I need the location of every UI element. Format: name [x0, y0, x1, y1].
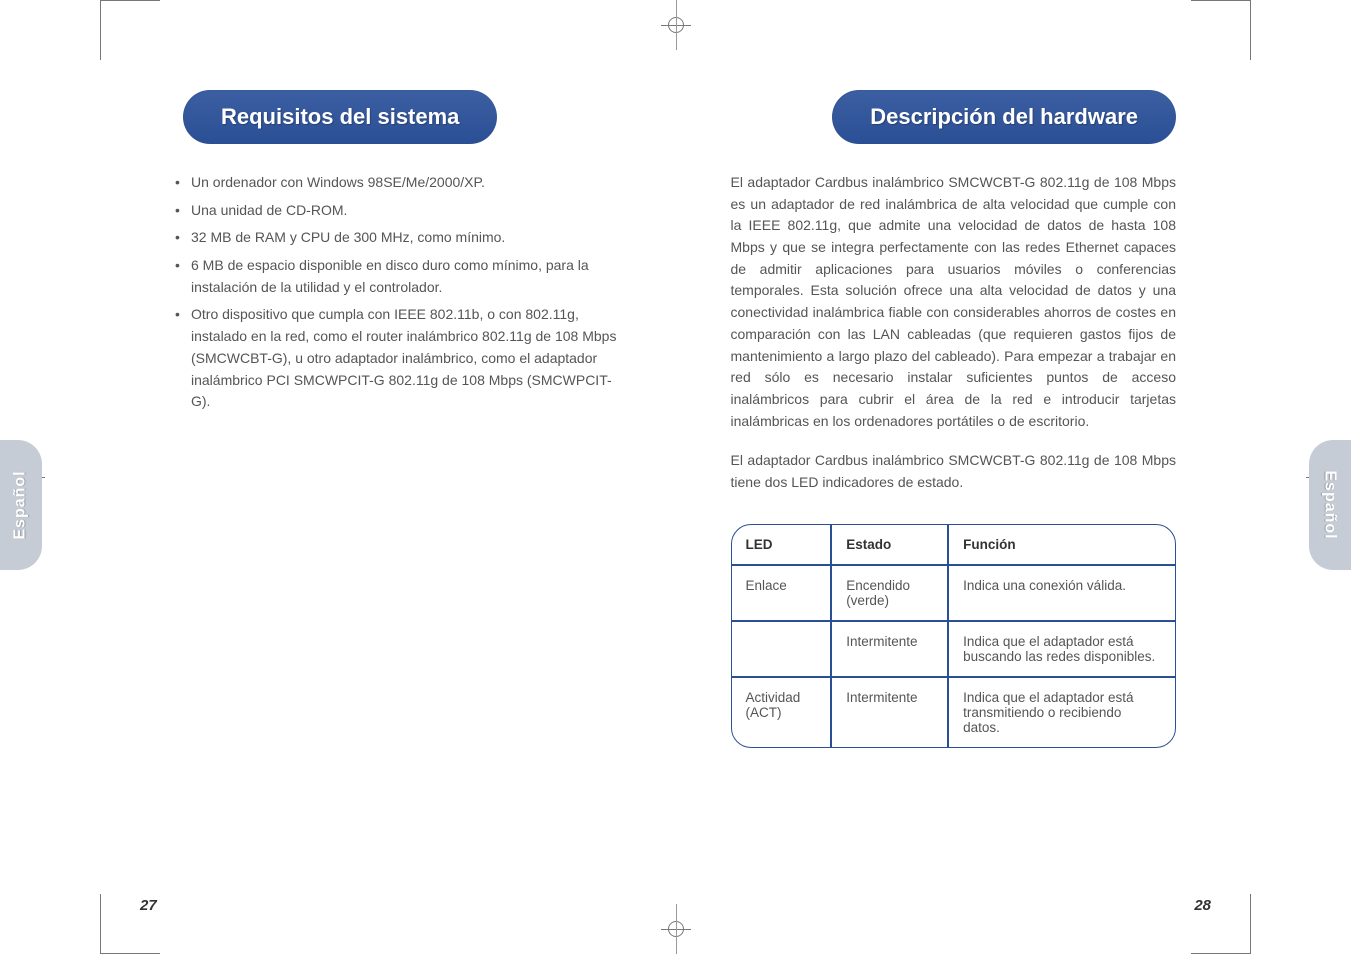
cell-funcion: Indica que el adaptador está transmitien…	[948, 677, 1176, 748]
led-status-table: LED Estado Función Enlace Encendido (ver…	[731, 524, 1177, 748]
cell-funcion: Indica que el adaptador está buscando la…	[948, 621, 1176, 677]
cell-led: Actividad (ACT)	[731, 677, 832, 748]
list-item: Una unidad de CD-ROM.	[175, 200, 621, 222]
cell-funcion: Indica una conexión válida.	[948, 565, 1176, 621]
hardware-description-paragraph-1: El adaptador Cardbus inalámbrico SMCWCBT…	[731, 172, 1177, 432]
language-tab-label: Español	[1321, 470, 1339, 539]
cell-estado: Encendido (verde)	[831, 565, 948, 621]
page-number-left: 27	[140, 897, 157, 914]
page-number-right: 28	[1194, 897, 1211, 914]
col-header-funcion: Función	[948, 524, 1176, 565]
table-row: Actividad (ACT) Intermitente Indica que …	[731, 677, 1177, 748]
cell-estado: Intermitente	[831, 621, 948, 677]
system-requirements-list: Un ordenador con Windows 98SE/Me/2000/XP…	[175, 172, 621, 413]
heading-descripcion: Descripción del hardware	[832, 90, 1176, 144]
list-item: Otro dispositivo que cumpla con IEEE 802…	[175, 304, 621, 412]
heading-requisitos: Requisitos del sistema	[183, 90, 497, 144]
page-spread: Español Requisitos del sistema Un ordena…	[0, 0, 1351, 954]
table-row: Enlace Encendido (verde) Indica una cone…	[731, 565, 1177, 621]
page-left: Español Requisitos del sistema Un ordena…	[0, 0, 676, 954]
list-item: Un ordenador con Windows 98SE/Me/2000/XP…	[175, 172, 621, 194]
list-item: 6 MB de espacio disponible en disco duro…	[175, 255, 621, 298]
col-header-estado: Estado	[831, 524, 948, 565]
language-tab-label: Español	[12, 470, 30, 539]
page-right: Español Descripción del hardware El adap…	[676, 0, 1351, 954]
list-item: 32 MB de RAM y CPU de 300 MHz, como míni…	[175, 227, 621, 249]
cell-led: Enlace	[731, 565, 832, 621]
table-row: Intermitente Indica que el adaptador est…	[731, 621, 1177, 677]
language-tab-right: Español	[1309, 440, 1351, 570]
language-tab-left: Español	[0, 440, 42, 570]
cell-estado: Intermitente	[831, 677, 948, 748]
col-header-led: LED	[731, 524, 832, 565]
table-header-row: LED Estado Función	[731, 524, 1177, 565]
cell-led	[731, 621, 832, 677]
hardware-description-paragraph-2: El adaptador Cardbus inalámbrico SMCWCBT…	[731, 450, 1177, 493]
